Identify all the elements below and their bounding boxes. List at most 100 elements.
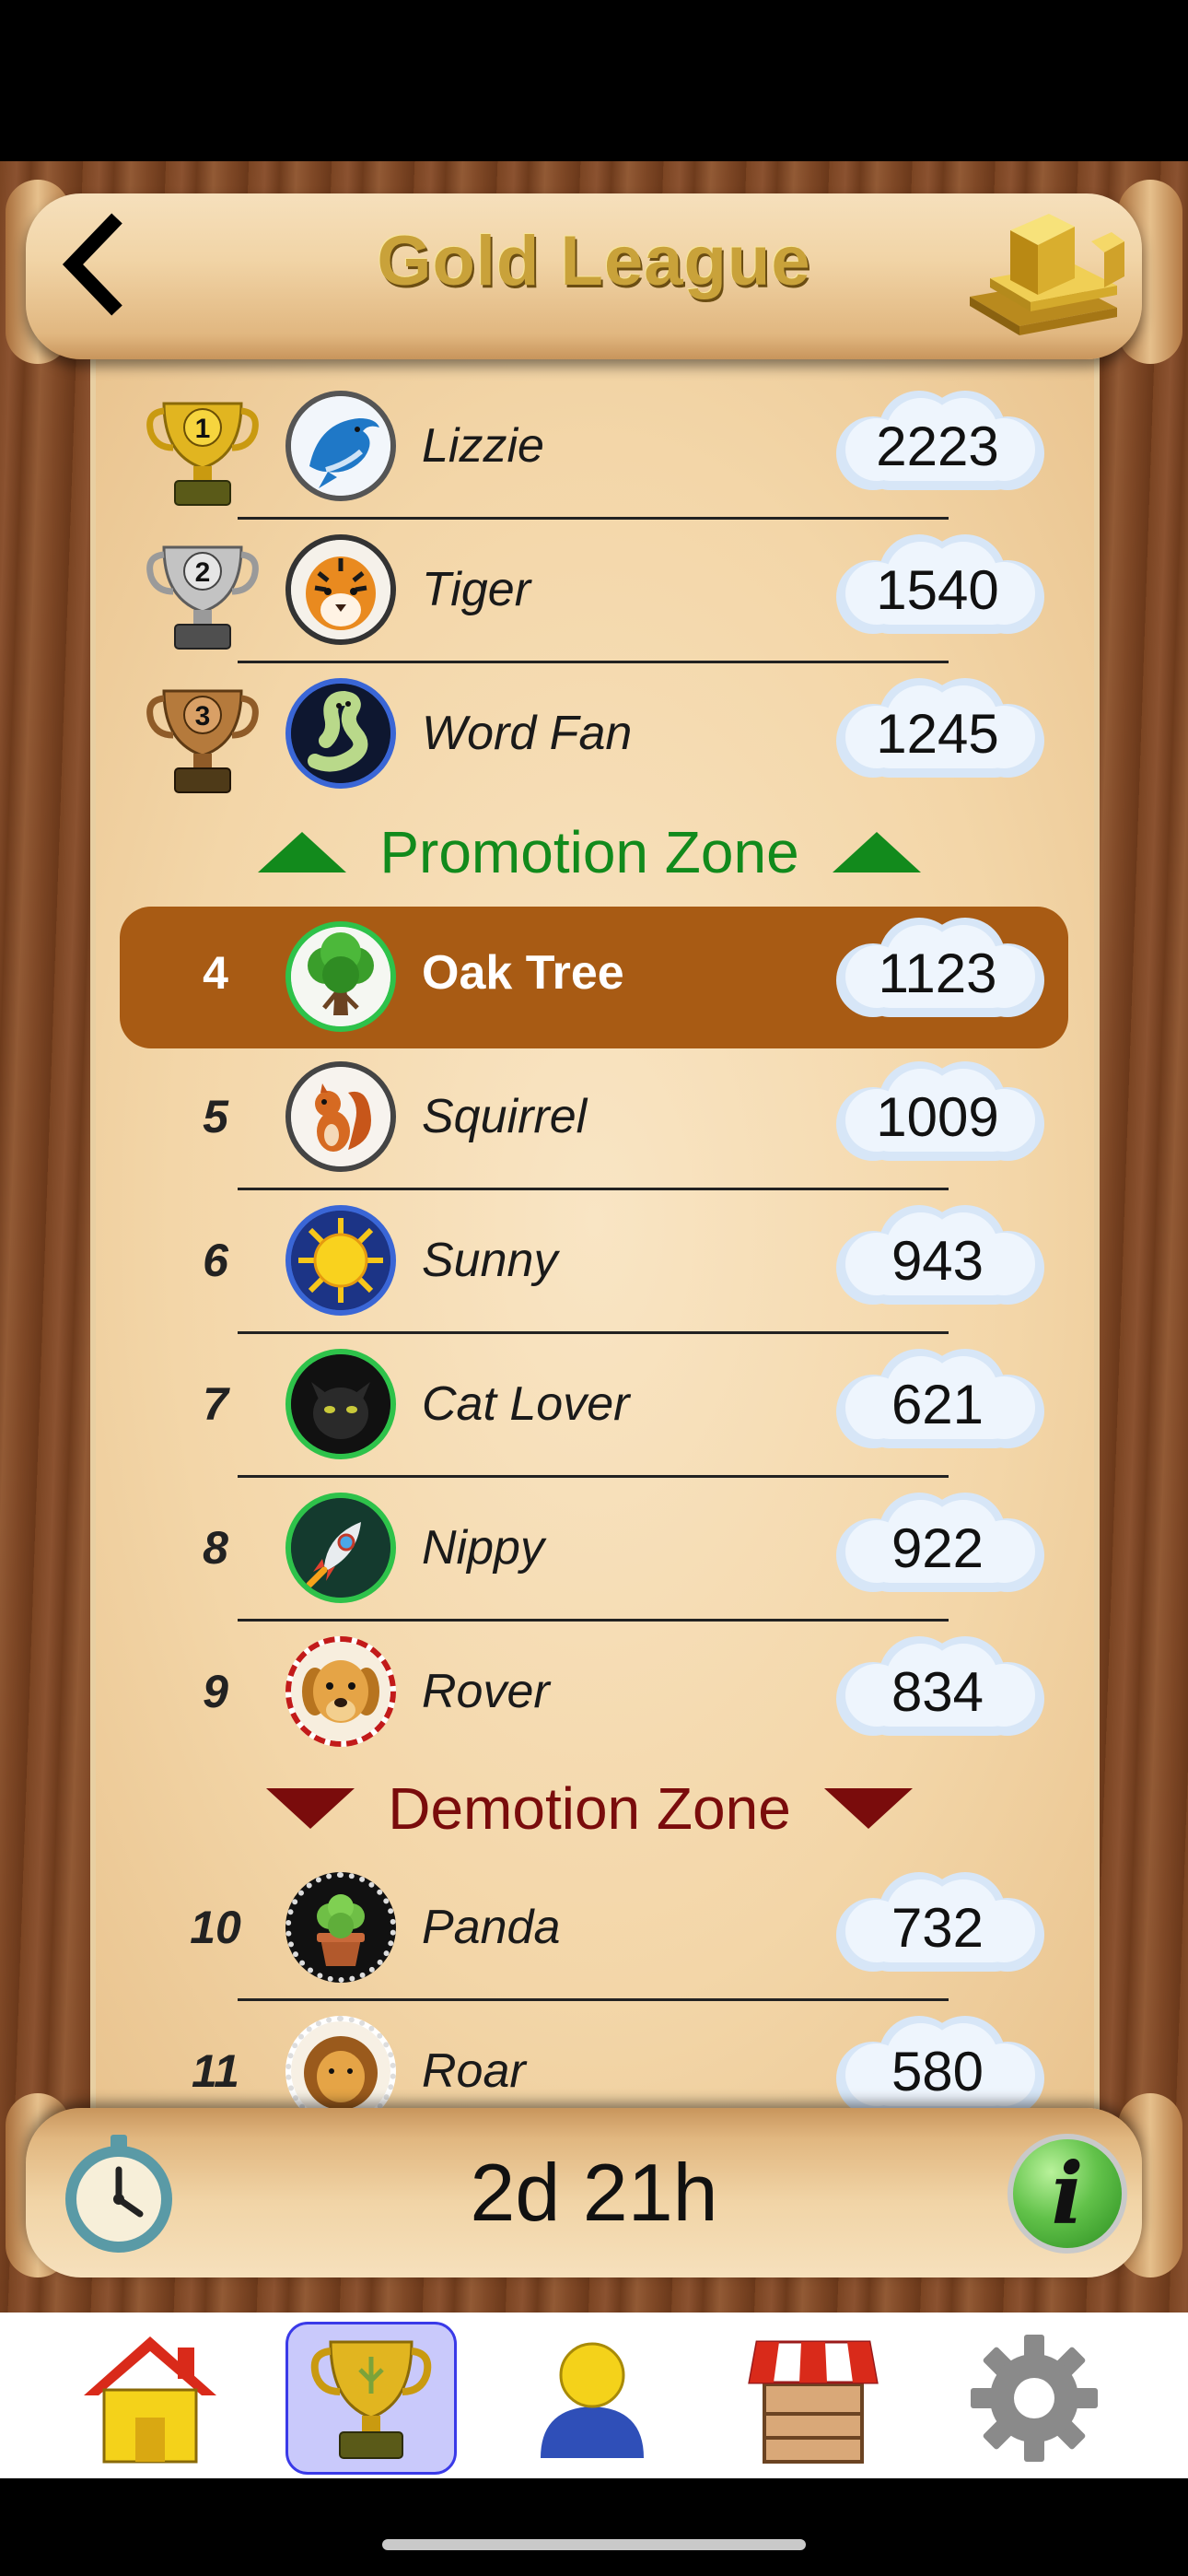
player-name: Word Fan <box>422 707 633 760</box>
tab-leagues[interactable] <box>285 2322 457 2475</box>
sun-icon <box>291 1211 390 1310</box>
dog-icon <box>291 1642 390 1741</box>
tab-bar <box>0 2313 1188 2478</box>
trophy-rank-number: 3 <box>195 701 211 732</box>
player-score: 2223 <box>876 415 999 477</box>
player-score: 1009 <box>876 1085 999 1148</box>
leaderboard-row[interactable]: 10 Panda 732 <box>90 1856 1089 2001</box>
player-rank: 8 <box>203 1522 228 1574</box>
promotion-zone-label: Promotion Zone <box>379 819 799 885</box>
player-name: Tiger <box>422 563 531 616</box>
leaderboard-row[interactable]: 6 Sunny 943 <box>90 1188 1089 1334</box>
leaderboard-row[interactable]: 9 Rover 834 <box>90 1620 1089 1763</box>
player-score: 580 <box>891 2040 984 2102</box>
lion-icon <box>291 2021 390 2108</box>
leaderboard-row[interactable]: 5 Squirrel 1009 <box>90 1045 1089 1190</box>
avatar <box>285 534 396 645</box>
arrow-up-icon <box>832 832 921 872</box>
leaderboard-row[interactable]: 8 Nippy 922 <box>90 1476 1089 1622</box>
avatar <box>285 1349 396 1459</box>
squirrel-icon <box>291 1067 390 1166</box>
player-name: Cat Lover <box>422 1377 630 1431</box>
player-name: Panda <box>422 1901 561 1954</box>
home-indicator[interactable] <box>382 2539 806 2550</box>
current-player-row[interactable]: 4 Oak Tree 1123 <box>90 901 1089 1048</box>
chevron-left-icon <box>62 213 122 316</box>
bronze-trophy-icon: 3 <box>146 689 259 793</box>
page-title: Gold League <box>377 222 811 300</box>
status-bar <box>0 0 1188 161</box>
player-name: Nippy <box>422 1521 544 1575</box>
stopwatch-icon <box>65 2135 172 2253</box>
cactus-icon <box>291 1878 390 1977</box>
tree-icon <box>291 927 390 1026</box>
tab-shop[interactable] <box>728 2322 899 2475</box>
player-name: Rover <box>422 1665 550 1718</box>
player-rank: 4 <box>203 947 228 999</box>
shop-icon <box>748 2340 879 2464</box>
avatar <box>285 1493 396 1603</box>
player-score: 943 <box>891 1229 984 1292</box>
back-button[interactable] <box>46 205 147 324</box>
trophy-rank-number: 1 <box>195 414 211 444</box>
avatar <box>285 678 396 789</box>
tab-settings[interactable] <box>949 2322 1120 2475</box>
trophy-rank-number: 2 <box>195 557 211 588</box>
info-icon: i <box>1051 2144 1084 2243</box>
cat-icon <box>291 1354 390 1454</box>
player-score: 621 <box>891 1373 984 1435</box>
player-name: Oak Tree <box>422 946 624 1000</box>
player-rank: 10 <box>190 1902 241 1953</box>
leaderboard-row[interactable]: 11 Roar 580 <box>90 1999 1089 2108</box>
arrow-up-icon <box>258 832 347 872</box>
demotion-zone-banner: Demotion Zone <box>90 1758 1089 1859</box>
gear-icon <box>971 2335 1098 2462</box>
leaderboard-row[interactable]: 1 Lizzie 2223 <box>90 374 1089 520</box>
dolphin-icon <box>291 396 390 496</box>
house-icon <box>84 2336 216 2464</box>
leaderboard-row[interactable]: 2 Tiger 1540 <box>90 518 1089 663</box>
avatar <box>285 921 396 1032</box>
player-name: Squirrel <box>422 1090 588 1143</box>
time-remaining: 2d 21h <box>470 2147 718 2238</box>
avatar <box>285 1636 396 1747</box>
tab-home[interactable] <box>64 2322 236 2475</box>
player-rank: 5 <box>203 1091 228 1142</box>
silver-trophy-icon: 2 <box>146 545 259 650</box>
player-score: 1123 <box>878 942 997 1004</box>
player-score: 834 <box>891 1660 984 1723</box>
player-score: 732 <box>891 1896 984 1959</box>
worm-icon <box>291 684 390 783</box>
leaderboard-row[interactable]: 3 Word Fan 1245 <box>90 662 1089 805</box>
rocket-icon <box>291 1498 390 1598</box>
leaderboard-row[interactable]: 7 Cat Lover 621 <box>90 1332 1089 1478</box>
avatar <box>285 391 396 501</box>
player-score: 922 <box>891 1516 984 1579</box>
player-rank: 9 <box>203 1666 228 1717</box>
promotion-zone-banner: Promotion Zone <box>90 802 1089 903</box>
arrow-down-icon <box>266 1788 355 1829</box>
system-nav-bar <box>0 2478 1188 2576</box>
player-name: Lizzie <box>422 419 544 473</box>
avatar <box>285 1872 396 1983</box>
player-rank: 7 <box>203 1378 228 1430</box>
player-score: 1540 <box>876 558 999 621</box>
player-name: Roar <box>422 2044 526 2098</box>
player-name: Sunny <box>422 1234 558 1287</box>
avatar <box>285 1061 396 1172</box>
trophy-icon <box>310 2340 432 2459</box>
demotion-zone-label: Demotion Zone <box>388 1775 791 1842</box>
arrow-down-icon <box>823 1788 913 1829</box>
player-rank: 11 <box>192 2045 239 2097</box>
player-rank: 6 <box>203 1235 228 1286</box>
player-score: 1245 <box>876 702 999 765</box>
info-button[interactable]: i <box>1007 2134 1127 2254</box>
avatar <box>285 2016 396 2108</box>
gold-bars-icon <box>953 205 1137 338</box>
person-icon <box>541 2342 644 2458</box>
avatar <box>285 1205 396 1316</box>
leaderboard-list[interactable]: 1 Lizzie 2223 2 Tiger 1540 3 Word Fan 12… <box>90 369 1089 2108</box>
gold-trophy-icon: 1 <box>146 402 259 506</box>
tab-profile[interactable] <box>507 2322 678 2475</box>
tiger-icon <box>291 540 390 639</box>
